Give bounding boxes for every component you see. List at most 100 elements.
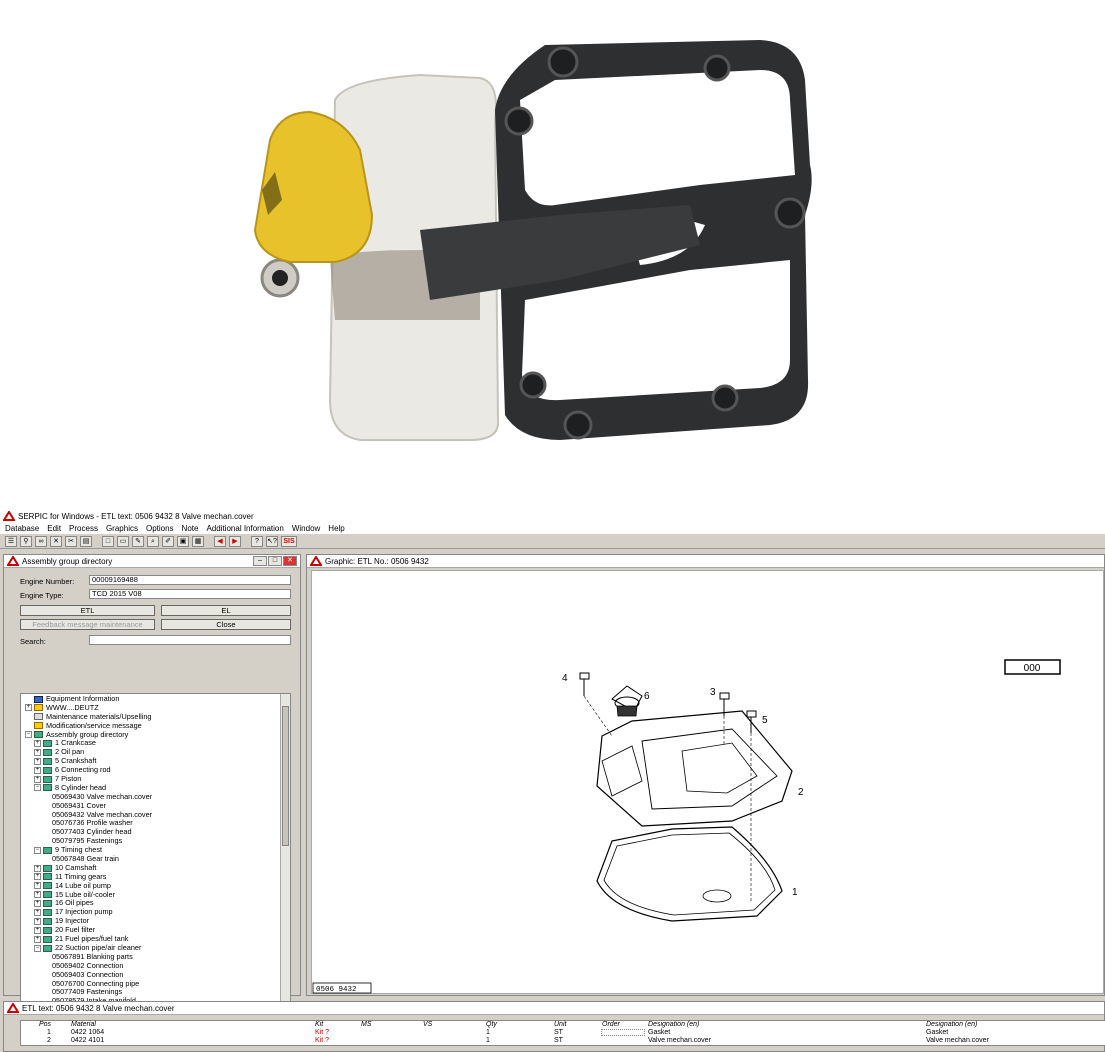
tree-item-label: 05069402 Connection: [52, 960, 124, 970]
menu-database[interactable]: Database: [5, 523, 39, 534]
frame-icon[interactable]: ▣: [177, 535, 189, 547]
menu-graphics[interactable]: Graphics: [106, 523, 138, 534]
sis-icon[interactable]: SIS: [281, 535, 297, 547]
oil-filler-cap-part[interactable]: [611, 685, 643, 717]
feedback-button[interactable]: Feedback message maintenance: [20, 619, 155, 630]
expand-icon[interactable]: +: [34, 935, 41, 943]
toolbar: ☰ ⚲ ∞ ✕ ✂ ▤ □ ▭ ✎ ⌕ ✐ ▣ ▦ ◀ ▶ ? ↖? SIS: [0, 534, 1105, 549]
menu-edit[interactable]: Edit: [47, 523, 61, 534]
tree-node-icon: [43, 775, 52, 783]
context-help-icon[interactable]: ↖?: [266, 535, 278, 547]
edit-icon[interactable]: ✐: [162, 535, 174, 547]
expand-icon[interactable]: +: [34, 748, 41, 756]
collapse-icon[interactable]: −: [34, 784, 41, 792]
screw-3-part[interactable]: [719, 692, 730, 700]
maximize-icon[interactable]: □: [268, 556, 282, 566]
tree-item-label: 05076736 Profile washer: [52, 818, 133, 828]
close-icon[interactable]: ✕: [283, 556, 297, 566]
tree-item-label: 22 Suction pipe/air cleaner: [55, 942, 142, 952]
link-icon[interactable]: ∞: [35, 535, 47, 547]
col-designation-1[interactable]: Designation (en): [648, 1021, 699, 1029]
folder-icon[interactable]: ▭: [117, 535, 129, 547]
tree-node-icon: [43, 766, 52, 774]
expand-icon[interactable]: +: [34, 900, 41, 908]
tree-icon[interactable]: ⚲: [20, 535, 32, 547]
expand-icon[interactable]: +: [34, 757, 41, 765]
expand-icon[interactable]: +: [34, 926, 41, 934]
delete-icon[interactable]: ✕: [50, 535, 62, 547]
col-unit[interactable]: Unit: [554, 1021, 566, 1029]
col-pos[interactable]: Pos: [39, 1021, 51, 1029]
menu-process[interactable]: Process: [69, 523, 98, 534]
col-kit[interactable]: Kit: [315, 1021, 323, 1029]
tree-item-label: 05077403 Cylinder head: [52, 827, 132, 837]
grid-icon[interactable]: ▦: [192, 535, 204, 547]
cut-icon[interactable]: ✂: [65, 535, 77, 547]
tree-item-label: 1 Crankcase: [55, 738, 96, 748]
tree-node-icon: [43, 757, 52, 765]
expand-icon[interactable]: +: [34, 864, 41, 872]
tree-node-icon: [34, 695, 43, 703]
el-button[interactable]: EL: [161, 605, 291, 616]
expand-icon[interactable]: +: [34, 882, 41, 890]
tree-item-label: 05079795 Fastenings: [52, 836, 123, 846]
expand-icon[interactable]: +: [34, 917, 41, 925]
expand-icon[interactable]: +: [34, 775, 41, 783]
print-icon[interactable]: ▤: [80, 535, 92, 547]
tree-item-label: 8 Cylinder head: [55, 782, 107, 792]
etl-button[interactable]: ETL: [20, 605, 155, 616]
gasket-part[interactable]: [596, 826, 783, 922]
pen-icon[interactable]: ✎: [132, 535, 144, 547]
expand-icon[interactable]: +: [34, 873, 41, 881]
zoom-icon[interactable]: ⌕: [147, 535, 159, 547]
help-icon[interactable]: ?: [251, 535, 263, 547]
expand-icon[interactable]: +: [34, 766, 41, 774]
valve-cover-part[interactable]: [596, 710, 793, 827]
callout-2: 2: [798, 787, 804, 798]
order-field[interactable]: [601, 1029, 645, 1036]
table-row[interactable]: 2 0422 4101 Kit ? 1 ST Valve mechan.cove…: [21, 1037, 1105, 1045]
etl-text-panel: ETL text: 0506 9432 8 Valve mechan.cover…: [3, 1001, 1105, 1052]
col-material[interactable]: Material: [71, 1021, 96, 1029]
col-qty[interactable]: Qty: [486, 1021, 497, 1029]
menu-note[interactable]: Note: [182, 523, 199, 534]
search-input[interactable]: [89, 635, 291, 645]
open-db-icon[interactable]: ☰: [5, 535, 17, 547]
menu-options[interactable]: Options: [146, 523, 174, 534]
col-order[interactable]: Order: [602, 1021, 620, 1029]
tree-node-icon: [43, 873, 52, 881]
valve-cover-photo: [253, 40, 812, 441]
engine-number-field[interactable]: 00009169488: [89, 575, 291, 585]
screw-5-part[interactable]: [746, 710, 757, 718]
collapse-icon[interactable]: −: [34, 944, 41, 952]
engine-type-label: Engine Type:: [20, 591, 64, 600]
forward-arrow-icon[interactable]: ▶: [229, 535, 241, 547]
back-arrow-icon[interactable]: ◀: [214, 535, 226, 547]
new-icon[interactable]: □: [102, 535, 114, 547]
minimize-icon[interactable]: –: [253, 556, 267, 566]
table-row[interactable]: 1 0422 1064 Kit ? 1 ST Gasket Gasket: [21, 1029, 1105, 1037]
exploded-view-canvas[interactable]: 000 1 2 3 4 5 6 0506 9432: [311, 570, 1104, 994]
col-designation-2[interactable]: Designation (en): [926, 1021, 977, 1029]
menu-help[interactable]: Help: [328, 523, 344, 534]
menu-additional-information[interactable]: Additional Information: [206, 523, 283, 534]
scrollbar-thumb[interactable]: [282, 706, 289, 846]
tree-item-label: 14 Lube oil pump: [55, 880, 111, 890]
deutz-logo-icon: [7, 1003, 19, 1013]
col-ms[interactable]: MS: [361, 1021, 372, 1029]
screw-4-part[interactable]: [579, 672, 590, 680]
tree-scrollbar[interactable]: [280, 694, 290, 1030]
tree-item-label: 19 Injector: [55, 916, 90, 926]
collapse-icon[interactable]: −: [34, 846, 41, 854]
tree-node-icon: [43, 784, 52, 792]
expand-icon[interactable]: +: [34, 908, 41, 916]
expand-icon[interactable]: +: [34, 891, 41, 899]
collapse-icon[interactable]: −: [25, 731, 32, 739]
close-button[interactable]: Close: [161, 619, 291, 630]
expand-icon[interactable]: +: [25, 704, 32, 712]
expand-icon[interactable]: +: [34, 740, 41, 748]
tree-item-label: 21 Fuel pipes/fuel tank: [55, 934, 129, 944]
col-vs[interactable]: VS: [423, 1021, 432, 1029]
engine-type-field[interactable]: TCD 2015 V08: [89, 589, 291, 599]
menu-window[interactable]: Window: [292, 523, 320, 534]
